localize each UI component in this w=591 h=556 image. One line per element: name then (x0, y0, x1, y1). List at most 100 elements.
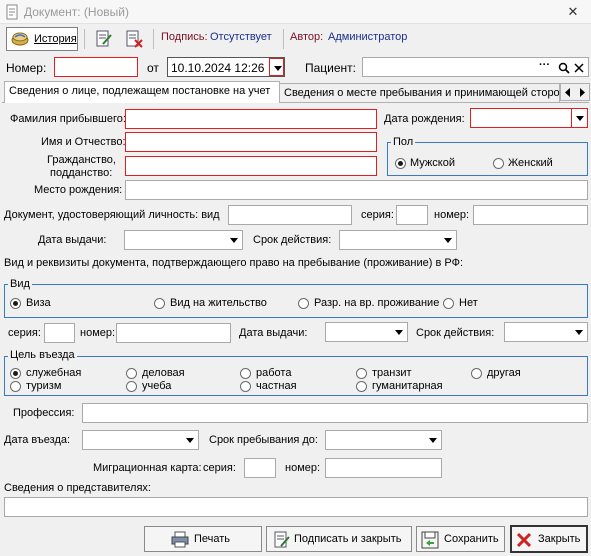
birthplace-label: Место рождения: (34, 184, 123, 196)
print-button-label: Печать (194, 533, 231, 545)
history-icon (11, 32, 29, 46)
purpose-transit-radio[interactable] (356, 368, 367, 379)
birthplace-input[interactable] (125, 180, 588, 200)
document-date-picker[interactable]: 10.10.2024 12:26 (167, 57, 285, 77)
representatives-label: Сведения о представителях: (4, 482, 151, 494)
purpose-study-radio[interactable] (126, 381, 137, 392)
tab-scroll-arrows[interactable] (560, 83, 590, 101)
history-button[interactable]: История (6, 27, 78, 51)
id-doc-validity-label: Срок действия: (253, 234, 332, 246)
sign-document-icon[interactable] (94, 29, 114, 49)
id-doc-type-input[interactable] (228, 205, 352, 225)
purpose-business-radio[interactable] (126, 368, 137, 379)
kind-none-radio[interactable] (443, 298, 454, 309)
window-title: Документ: (Новый) (24, 5, 129, 19)
surname-label: Фамилия прибывшего: (10, 113, 126, 125)
gender-female-radio[interactable] (493, 158, 504, 169)
birthdate-picker[interactable] (470, 108, 588, 128)
chevron-down-icon[interactable] (440, 231, 456, 249)
purpose-work-radio[interactable] (240, 368, 251, 379)
sign-and-close-button[interactable]: Подписать и закрыть (266, 526, 412, 552)
clear-icon[interactable] (574, 63, 584, 73)
chevron-down-icon[interactable] (269, 58, 284, 76)
save-button-label: Сохранить (444, 533, 499, 545)
citizenship-label-line2: подданство: (50, 167, 113, 179)
chevron-down-icon[interactable] (182, 431, 198, 449)
toolbar-separator (84, 29, 85, 49)
save-button[interactable]: Сохранить (416, 526, 505, 552)
purpose-other-radio[interactable] (471, 368, 482, 379)
id-doc-issue-date-picker[interactable] (124, 230, 243, 250)
citizenship-label-line1: Гражданство, (47, 154, 116, 166)
id-doc-number-input[interactable] (473, 205, 588, 225)
sign-document-icon (274, 531, 290, 548)
tab-stay-place[interactable]: Сведения о месте пребывания и принимающе… (279, 83, 560, 103)
kind-visa-label: Виза (26, 297, 51, 309)
arrow-right-icon[interactable] (578, 88, 586, 97)
profession-input[interactable] (82, 403, 588, 423)
id-doc-series-input[interactable] (396, 205, 428, 225)
id-doc-series-label: серия: (361, 209, 394, 221)
close-button-label: Закрыть (538, 533, 581, 545)
chevron-down-icon[interactable] (391, 323, 407, 341)
profession-label: Профессия: (13, 407, 75, 419)
stay-doc-series-input[interactable] (44, 323, 75, 343)
arrow-left-icon[interactable] (564, 88, 572, 97)
stay-doc-issue-date-picker[interactable] (325, 322, 408, 342)
purpose-humanitarian-label: гуманитарная (372, 380, 443, 392)
purpose-official-radio[interactable] (10, 368, 21, 379)
patient-input[interactable]: ··· (362, 57, 589, 77)
migration-card-number-input[interactable] (325, 458, 442, 478)
kind-residence-label: Вид на жительство (170, 297, 267, 309)
id-doc-validity-picker[interactable] (339, 230, 457, 250)
signature-value: Отсутствует (210, 31, 272, 43)
stay-doc-kind-group (4, 284, 588, 318)
purpose-tourism-radio[interactable] (10, 381, 21, 392)
document-date-value: 10.10.2024 12:26 (171, 61, 265, 75)
entry-date-picker[interactable] (82, 430, 199, 450)
kind-visa-radio[interactable] (10, 298, 21, 309)
surname-input[interactable] (125, 109, 377, 129)
stay-until-picker[interactable] (325, 430, 442, 450)
representatives-input[interactable] (4, 497, 588, 517)
close-button[interactable]: Закрыть (510, 525, 588, 553)
search-icon[interactable] (558, 62, 570, 74)
migration-card-series-input[interactable] (244, 458, 276, 478)
migration-card-label: Миграционная карта: (93, 462, 202, 474)
purpose-private-label: частная (256, 380, 297, 392)
number-input[interactable] (54, 57, 138, 77)
chevron-down-icon[interactable] (571, 109, 587, 127)
document-app-icon (6, 4, 18, 20)
name-patronymic-input[interactable] (125, 132, 377, 152)
chevron-down-icon[interactable] (425, 431, 441, 449)
entry-date-label: Дата въезда: (4, 434, 71, 446)
window-close-button[interactable]: ✕ (559, 2, 587, 22)
tab-person[interactable]: Сведения о лице, подлежащем постановке н… (4, 81, 280, 103)
remove-signature-icon[interactable] (124, 29, 144, 49)
toolbar: История Подпись: Отсутствует Автор: Адми… (0, 24, 591, 54)
author-value: Администратор (328, 31, 408, 43)
date-label: от (147, 61, 159, 75)
stay-doc-number-label: номер: (80, 327, 116, 339)
history-label: История (34, 33, 77, 45)
chevron-down-icon[interactable] (226, 231, 242, 249)
purpose-private-radio[interactable] (240, 381, 251, 392)
kind-temp-permit-radio[interactable] (298, 298, 309, 309)
stay-doc-validity-label: Срок действия: (416, 327, 495, 339)
purpose-transit-label: транзит (372, 367, 412, 379)
migration-card-series-label: серия: (203, 462, 236, 474)
birthdate-label: Дата рождения: (384, 113, 465, 125)
citizenship-input[interactable] (125, 156, 377, 176)
gender-male-radio[interactable] (395, 158, 406, 169)
select-patient-ellipsis-icon[interactable]: ··· (539, 59, 550, 71)
close-icon (516, 532, 532, 548)
purpose-tourism-label: туризм (26, 380, 62, 392)
print-button[interactable]: Печать (144, 526, 262, 552)
kind-residence-radio[interactable] (154, 298, 165, 309)
purpose-humanitarian-radio[interactable] (356, 381, 367, 392)
id-doc-number-label: номер: (434, 209, 470, 221)
stay-doc-number-input[interactable] (116, 323, 231, 343)
id-doc-type-label: Документ, удостоверяющий личность: вид (4, 209, 220, 221)
chevron-down-icon[interactable] (571, 323, 587, 341)
stay-doc-validity-picker[interactable] (504, 322, 588, 342)
